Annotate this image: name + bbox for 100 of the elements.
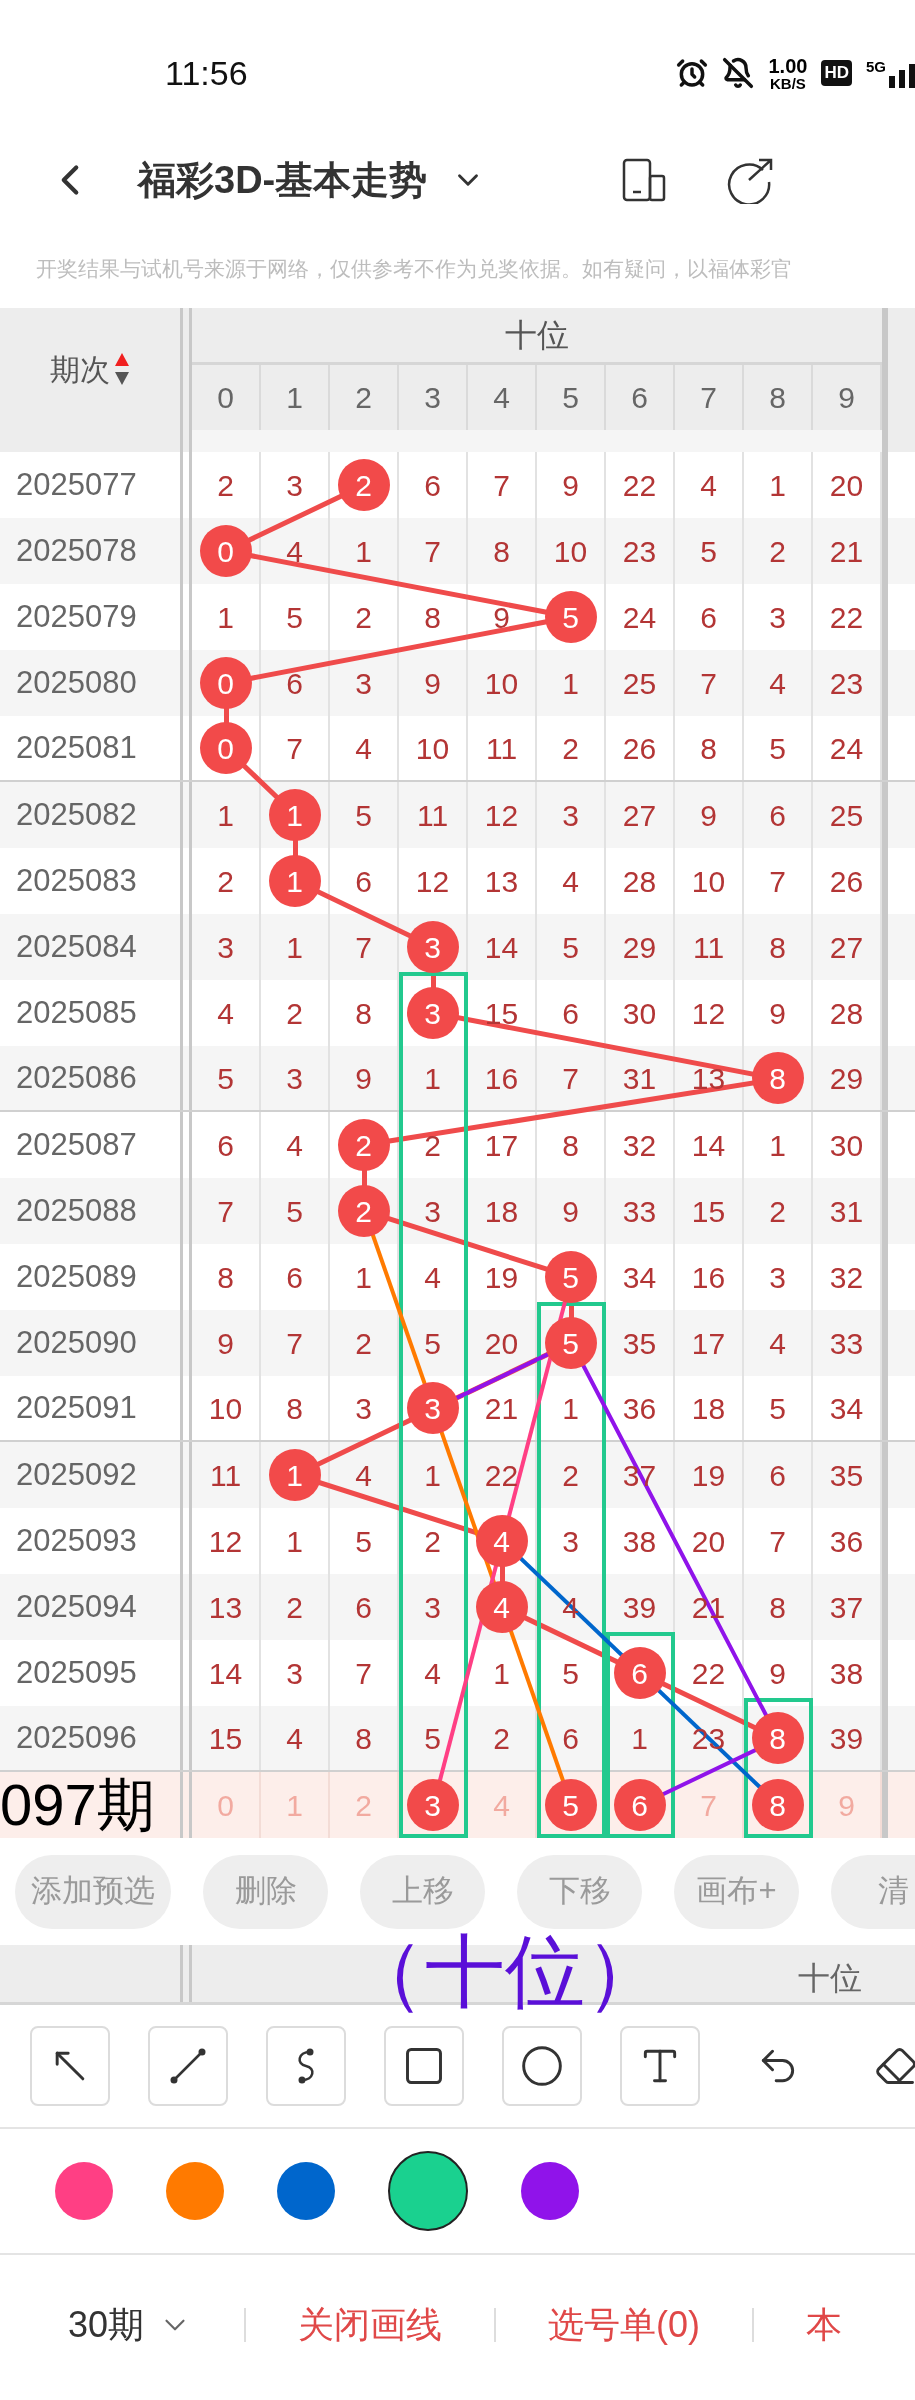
miss-count: 20	[484, 1325, 519, 1362]
miss-count: 23	[622, 533, 657, 570]
miss-count: 22	[484, 1457, 519, 1494]
annotation-text: 097期	[0, 1776, 155, 1834]
miss-count: 5	[424, 1325, 441, 1362]
miss-count: 5	[286, 1193, 303, 1230]
pick-number[interactable]: 0	[217, 1782, 234, 1828]
miss-count: 1	[769, 1127, 786, 1164]
pick-number[interactable]: 2	[355, 1782, 372, 1828]
miss-count: 8	[286, 1390, 303, 1427]
miss-count: 16	[484, 1060, 519, 1097]
issue-number: 2025086	[16, 1058, 137, 1097]
miss-count: 39	[829, 1720, 864, 1757]
miss-count: 21	[484, 1390, 519, 1427]
miss-count: 28	[829, 995, 864, 1032]
miss-count: 3	[424, 1589, 441, 1626]
miss-count: 1	[286, 929, 303, 966]
miss-count: 10	[208, 1390, 243, 1427]
action-button[interactable]: 画布+	[674, 1854, 799, 1929]
drawing-tool-button[interactable]	[384, 2026, 464, 2106]
miss-count: 38	[829, 1655, 864, 1692]
drawing-tool-button[interactable]	[148, 2026, 228, 2106]
page-title: 福彩3D-基本走势	[138, 157, 428, 203]
action-button[interactable]: 删除	[203, 1854, 328, 1929]
miss-count: 22	[691, 1655, 726, 1692]
miss-count: 10	[691, 863, 726, 900]
color-swatch[interactable]	[277, 2162, 335, 2220]
miss-count: 4	[769, 1325, 786, 1362]
hd-badge: HD	[821, 60, 852, 86]
miss-count: 4	[286, 1720, 303, 1757]
color-swatch[interactable]	[521, 2162, 579, 2220]
miss-count: 8	[355, 995, 372, 1032]
miss-count: 9	[562, 1193, 579, 1230]
miss-count: 39	[622, 1589, 657, 1626]
drawing-tool-button[interactable]	[30, 2026, 110, 2106]
miss-count: 4	[700, 467, 717, 504]
issue-number: 2025093	[16, 1521, 137, 1560]
color-swatch[interactable]	[166, 2162, 224, 2220]
miss-count: 6	[700, 599, 717, 636]
drawing-tool-button[interactable]	[620, 2026, 700, 2106]
action-button[interactable]: 添加预选	[15, 1854, 171, 1929]
miss-count: 17	[691, 1325, 726, 1362]
bottom-action-link[interactable]: 选号单(0)	[548, 2298, 701, 2352]
issue-number: 2025096	[16, 1718, 137, 1757]
miss-count: 2	[286, 1589, 303, 1626]
miss-count: 28	[622, 863, 657, 900]
miss-count: 15	[691, 1193, 726, 1230]
miss-count: 17	[484, 1127, 519, 1164]
issue-number: 2025077	[16, 465, 137, 504]
miss-count: 29	[622, 929, 657, 966]
issue-number: 2025080	[16, 663, 137, 702]
miss-count: 2	[355, 1325, 372, 1362]
sort-icon[interactable]	[114, 351, 130, 387]
period-selector[interactable]: 30期	[68, 2298, 193, 2352]
miss-count: 4	[355, 1457, 372, 1494]
group-heading: 十位	[505, 316, 569, 355]
pick-number[interactable]: 7	[700, 1782, 717, 1828]
pick-number[interactable]: 9	[838, 1782, 855, 1828]
miss-count: 12	[484, 797, 519, 834]
pick-number[interactable]: 1	[286, 1782, 303, 1828]
circle-arrow-icon[interactable]	[725, 156, 774, 204]
miss-count: 8	[769, 929, 786, 966]
miss-count: 2	[562, 1457, 579, 1494]
miss-count: 8	[493, 533, 510, 570]
miss-count: 5	[424, 1720, 441, 1757]
miss-count: 8	[700, 730, 717, 767]
issue-number: 2025095	[16, 1653, 137, 1692]
miss-count: 5	[562, 1655, 579, 1692]
miss-count: 4	[286, 533, 303, 570]
network-speed-unit: KB/S	[770, 75, 806, 91]
miss-count: 5	[769, 730, 786, 767]
miss-count: 3	[562, 1523, 579, 1560]
issue-column-heading[interactable]: 期次	[50, 346, 110, 392]
miss-count: 8	[217, 1259, 234, 1296]
action-button[interactable]: 清	[831, 1854, 915, 1929]
drawing-tool-button[interactable]	[502, 2026, 582, 2106]
action-button[interactable]: 上移	[360, 1854, 485, 1929]
divider	[244, 2308, 247, 2342]
miss-count: 3	[286, 467, 303, 504]
miss-count: 1	[286, 1523, 303, 1560]
drawing-tool-button[interactable]	[266, 2026, 346, 2106]
bottom-action-link[interactable]: 本	[806, 2298, 843, 2352]
miss-count: 10	[553, 533, 588, 570]
pick-number[interactable]: 4	[493, 1782, 510, 1828]
action-button[interactable]: 下移	[517, 1854, 642, 1929]
color-swatch[interactable]	[55, 2162, 113, 2220]
column-divider	[180, 1945, 192, 2002]
miss-count: 26	[622, 730, 657, 767]
miss-count: 6	[355, 1589, 372, 1626]
alarm-icon	[676, 57, 709, 89]
miss-count: 8	[424, 599, 441, 636]
divider	[494, 2308, 497, 2342]
miss-count: 10	[415, 730, 450, 767]
bottom-action-link[interactable]: 关闭画线	[298, 2298, 443, 2352]
miss-count: 11	[692, 929, 725, 966]
miss-count: 1	[355, 533, 372, 570]
miss-count: 2	[424, 1523, 441, 1560]
miss-count: 23	[829, 665, 864, 702]
miss-count: 16	[691, 1259, 726, 1296]
miss-count: 38	[622, 1523, 657, 1560]
